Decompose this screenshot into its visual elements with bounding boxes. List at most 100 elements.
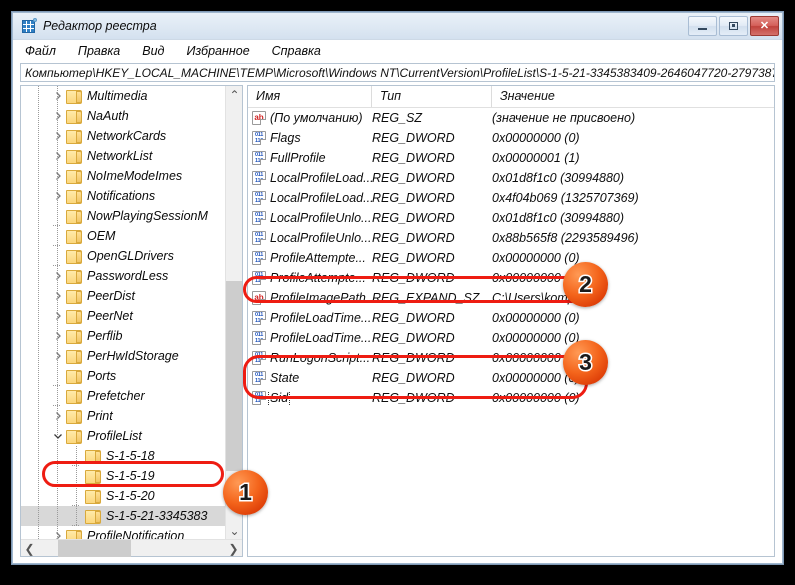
column-header-type[interactable]: Тип xyxy=(372,86,492,107)
folder-icon xyxy=(65,349,82,364)
tree-node[interactable]: ProfileList xyxy=(21,426,242,446)
menu-item-edit[interactable]: Правка xyxy=(78,44,120,58)
tree-node[interactable]: Notifications xyxy=(21,186,242,206)
tree-node[interactable]: S-1-5-20 xyxy=(21,486,242,506)
value-row[interactable]: 011 110 LocalProfileLoad... REG_DWORD 0x01d8… xyxy=(248,168,774,188)
tree-guide-line xyxy=(57,446,58,466)
tree-node[interactable]: OEM xyxy=(21,226,242,246)
scroll-left-icon[interactable]: ❮ xyxy=(21,540,38,557)
tree-node[interactable]: Perflib xyxy=(21,326,242,346)
tree-node[interactable]: PerHwIdStorage xyxy=(21,346,242,366)
tree-guide-line xyxy=(38,286,39,306)
registry-path-input[interactable]: Компьютер\HKEY_LOCAL_MACHINE\TEMP\Micros… xyxy=(20,63,775,82)
tree-node[interactable]: PeerDist xyxy=(21,286,242,306)
column-header-value[interactable]: Значение xyxy=(492,86,774,107)
tree-guide-line xyxy=(38,326,39,346)
window-title: Редактор реестра xyxy=(43,19,157,33)
tree-node[interactable]: S-1-5-19 xyxy=(21,466,242,486)
folder-icon xyxy=(65,409,82,424)
value-row[interactable]: 011 110 LocalProfileLoad... REG_DWORD 0x4f04… xyxy=(248,188,774,208)
tree-node[interactable]: Ports xyxy=(21,366,242,386)
string-value-icon: ab xyxy=(252,111,266,125)
tree-node[interactable]: NetworkCards xyxy=(21,126,242,146)
folder-icon xyxy=(84,489,101,504)
tree-node-selected[interactable]: S-1-5-21-3345383 xyxy=(21,506,242,526)
folder-icon xyxy=(65,269,82,284)
value-name-cell: 011 110 LocalProfileLoad... xyxy=(248,171,372,185)
value-row[interactable]: 011 110 ProfileAttempte... REG_DWORD 0x00000… xyxy=(248,268,774,288)
tree-scroll-thumb[interactable] xyxy=(226,281,242,471)
minimize-button[interactable] xyxy=(688,16,717,36)
value-row[interactable]: 011 110 FullProfile REG_DWORD 0x00000001 (1) xyxy=(248,148,774,168)
scroll-right-icon[interactable]: ❯ xyxy=(225,540,242,557)
close-button[interactable]: ✕ xyxy=(750,16,779,36)
tree-node[interactable]: Print xyxy=(21,406,242,426)
tree-node[interactable]: Prefetcher xyxy=(21,386,242,406)
tree-guide-line xyxy=(57,486,58,506)
registry-tree-pane: Multimedia NaAuth NetworkCards NetworkList N… xyxy=(20,85,243,557)
tree-guide-line xyxy=(38,446,39,466)
value-data-cell: (значение не присвоено) xyxy=(492,111,636,125)
tree-horizontal-scrollbar[interactable]: ❮ ❯ xyxy=(21,539,242,557)
value-row[interactable]: 011 110 LocalProfileUnlo... REG_DWORD 0x88b5… xyxy=(248,228,774,248)
tree-guide-line xyxy=(57,186,58,206)
value-name-cell: ab ProfileImagePath xyxy=(248,291,372,305)
folder-icon xyxy=(65,329,82,344)
tree-node-label: NaAuth xyxy=(87,109,129,123)
dword-value-icon: 011 110 xyxy=(252,171,266,185)
menu-item-help[interactable]: Справка xyxy=(272,44,321,58)
tree-node[interactable]: ProfileNotification xyxy=(21,526,242,539)
maximize-button[interactable] xyxy=(719,16,748,36)
content-panes: Multimedia NaAuth NetworkCards NetworkList N… xyxy=(13,85,782,563)
value-row[interactable]: 011 110 ProfileLoadTime... REG_DWORD 0x00000… xyxy=(248,308,774,328)
value-row[interactable]: ab ProfileImagePath REG_EXPAND_SZ C:\Users\… xyxy=(248,288,774,308)
tree-node-label: PeerNet xyxy=(87,309,133,323)
tree-node[interactable]: PeerNet xyxy=(21,306,242,326)
tree-guide-line xyxy=(38,366,39,386)
scroll-down-icon[interactable]: ⌄ xyxy=(226,522,242,539)
tree-guide-line xyxy=(57,166,58,186)
value-row[interactable]: 011 110 ProfileLoadTime... REG_DWORD 0x00000… xyxy=(248,328,774,348)
value-row[interactable]: ab (По умолчанию) REG_SZ (значение не присв… xyxy=(248,108,774,128)
tree-node[interactable]: OpenGLDrivers xyxy=(21,246,242,266)
value-row[interactable]: 011 110 LocalProfileUnlo... REG_DWORD 0x01d8… xyxy=(248,208,774,228)
tree-node[interactable]: NowPlayingSessionM xyxy=(21,206,242,226)
value-row[interactable]: 011 110 ProfileAttempte... REG_DWORD 0x00000… xyxy=(248,248,774,268)
tree-node[interactable]: NoImeModeImes xyxy=(21,166,242,186)
tree-node[interactable]: NaAuth xyxy=(21,106,242,126)
title-bar: Редактор реестра ✕ xyxy=(13,13,782,40)
tree-hscroll-thumb[interactable] xyxy=(58,540,131,557)
tree-node[interactable]: NetworkList xyxy=(21,146,242,166)
value-row[interactable]: 011 110 RunLogonScript... REG_DWORD 0x000000… xyxy=(248,348,774,368)
tree-node-label: Multimedia xyxy=(87,89,148,103)
tree-guide-line xyxy=(57,346,58,366)
tree-guide-line xyxy=(38,166,39,186)
tree-node[interactable]: PasswordLess xyxy=(21,266,242,286)
folder-icon xyxy=(65,209,82,224)
value-row[interactable]: 011 110 State REG_DWORD 0x00000000 (0) xyxy=(248,368,774,388)
value-type-cell: REG_DWORD xyxy=(372,191,455,205)
value-name-label: RunLogonScript... xyxy=(270,351,371,365)
tree-guide-line xyxy=(57,246,58,266)
value-name-label: Sid xyxy=(267,391,291,405)
menu-item-favorites[interactable]: Избранное xyxy=(186,44,249,58)
tree-node[interactable]: Multimedia xyxy=(21,86,242,106)
tree-guide-line xyxy=(38,386,39,406)
value-data-cell: 0x00000000 (0) xyxy=(492,251,580,265)
tree-node-label: Ports xyxy=(87,369,117,383)
column-header-name[interactable]: Имя xyxy=(248,86,372,107)
menu-item-file[interactable]: Файл xyxy=(25,44,56,58)
window-controls: ✕ xyxy=(688,16,779,36)
value-type-cell: REG_DWORD xyxy=(372,171,455,185)
tree-node[interactable]: S-1-5-18 xyxy=(21,446,242,466)
value-data-cell: 0x88b565f8 (2293589496) xyxy=(492,231,639,245)
value-data-cell: 0x01d8f1c0 (30994880) xyxy=(492,171,625,185)
tree-guide-line xyxy=(38,466,39,486)
value-name-label: LocalProfileUnlo... xyxy=(270,211,372,225)
scroll-up-icon[interactable]: ⌃ xyxy=(226,86,242,103)
value-row[interactable]: 011 110 Flags REG_DWORD 0x00000000 (0) xyxy=(248,128,774,148)
tree-guide-line xyxy=(57,126,58,146)
menu-item-view[interactable]: Вид xyxy=(142,44,164,58)
tree-guide-line xyxy=(57,466,58,486)
value-row[interactable]: 011 110 Sid REG_DWORD 0x00000000 (0) xyxy=(248,388,774,408)
